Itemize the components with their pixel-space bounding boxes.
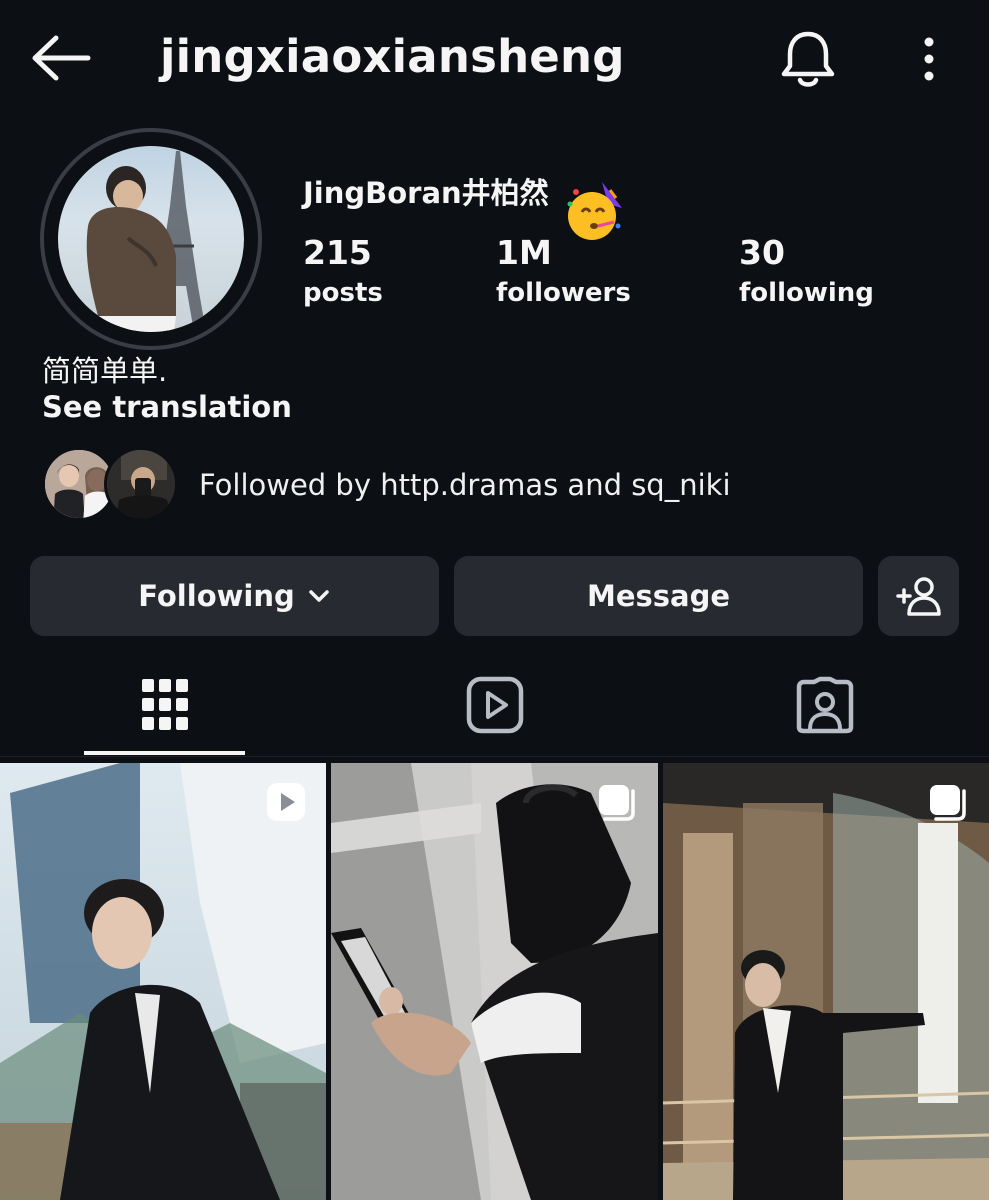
active-tab-indicator (84, 751, 245, 755)
following-button-label: Following (138, 579, 295, 613)
carousel-badge-icon (930, 785, 966, 821)
carousel-badge-icon (599, 785, 635, 821)
display-name: JingBoran井柏然 (303, 176, 549, 210)
kebab-menu-icon (924, 37, 934, 81)
tagged-person-icon (796, 676, 853, 734)
back-button[interactable] (28, 32, 92, 84)
stat-posts[interactable]: 215 posts (303, 234, 383, 310)
post-photo (331, 763, 658, 1200)
suggest-people-button[interactable] (878, 556, 959, 636)
following-button[interactable]: Following (30, 556, 439, 636)
post-photo (663, 763, 989, 1200)
bio-text: 简简单单. (42, 354, 168, 388)
stat-followers[interactable]: 1M followers (496, 234, 631, 310)
username-title: jingxiaoxiansheng (160, 30, 625, 83)
stat-followers-label: followers (496, 278, 631, 308)
more-options-button[interactable] (910, 34, 948, 84)
stat-posts-label: posts (303, 278, 383, 308)
bell-icon (781, 31, 835, 87)
reels-play-icon (466, 676, 523, 734)
tabs-divider (0, 756, 989, 757)
arrow-left-icon (32, 35, 91, 81)
partying-face-emoji (567, 182, 622, 240)
avatar-photo (86, 151, 206, 332)
profile-avatar[interactable] (58, 146, 244, 332)
see-translation-link[interactable]: See translation (42, 390, 292, 424)
stat-following-value: 30 (739, 233, 785, 272)
stat-posts-value: 215 (303, 233, 372, 272)
add-person-icon (895, 577, 941, 616)
chevron-down-icon (309, 590, 329, 602)
reel-play-badge-icon (267, 783, 305, 821)
grid-post[interactable] (663, 763, 989, 1200)
followed-by-text[interactable]: Followed by http.dramas and sq_niki (199, 468, 731, 502)
message-button-label: Message (586, 579, 731, 613)
stat-following-label: following (739, 278, 874, 308)
notifications-button[interactable] (778, 26, 838, 90)
post-photo (0, 763, 326, 1200)
tab-posts[interactable] (84, 660, 245, 750)
mutual-avatar-photo (107, 450, 175, 518)
mutual-follower-avatar[interactable] (104, 447, 178, 521)
grid-icon (141, 679, 188, 730)
tab-tagged[interactable] (744, 660, 905, 750)
profile-screen: jingxiaoxiansheng JingBoran井柏然 215 posts… (0, 0, 989, 1200)
top-bar: jingxiaoxiansheng (0, 0, 989, 118)
stat-following[interactable]: 30 following (739, 234, 874, 310)
grid-post[interactable] (331, 763, 658, 1200)
tab-reels[interactable] (414, 660, 575, 750)
message-button[interactable]: Message (454, 556, 863, 636)
stat-followers-value: 1M (496, 233, 552, 272)
grid-post[interactable] (0, 763, 326, 1200)
